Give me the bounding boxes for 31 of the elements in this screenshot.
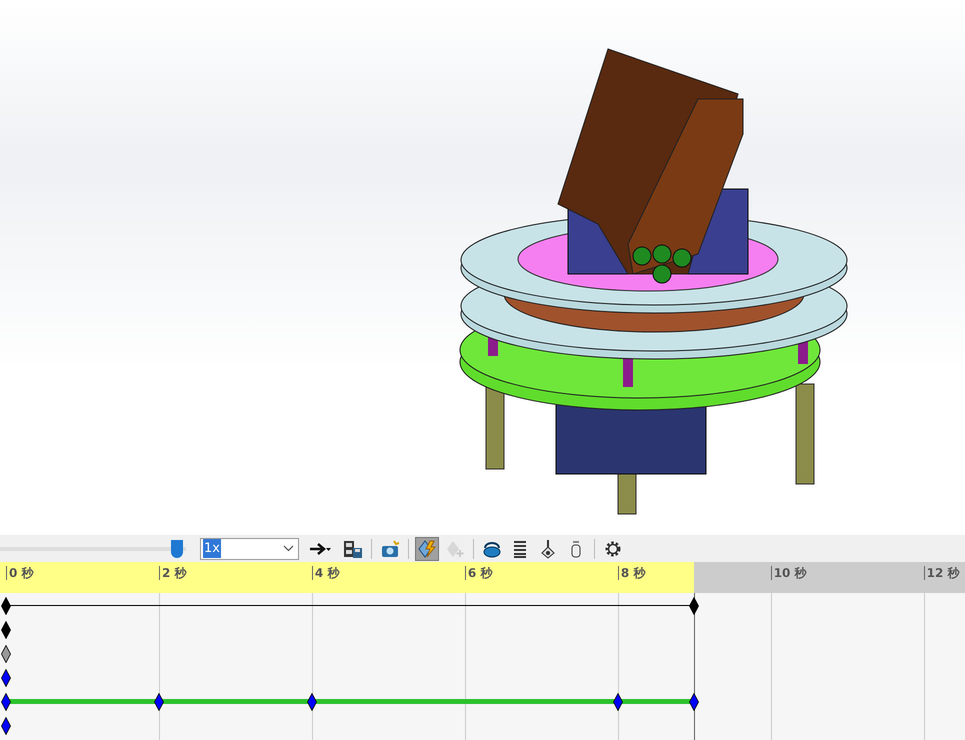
time-label: 2 秒 bbox=[158, 566, 186, 580]
gravity-icon bbox=[570, 538, 582, 558]
contact-icon bbox=[541, 538, 555, 558]
chevron-down-icon bbox=[283, 545, 294, 552]
arrow-right-icon bbox=[309, 542, 331, 556]
time-label: 4 秒 bbox=[312, 566, 340, 580]
time-label: 0 秒 bbox=[6, 566, 34, 580]
settings-icon bbox=[604, 540, 622, 558]
diamond-plus-icon bbox=[445, 538, 465, 558]
time-label: 8 秒 bbox=[618, 566, 646, 580]
spring-icon bbox=[512, 538, 528, 558]
speed-dropdown[interactable]: 1x bbox=[200, 538, 299, 560]
keyframe-marker[interactable] bbox=[612, 693, 623, 711]
lightning-diamond-button[interactable] bbox=[415, 536, 439, 560]
film-save-icon bbox=[343, 538, 363, 558]
keyframe-marker[interactable] bbox=[1, 693, 11, 711]
time-label: 6 秒 bbox=[464, 566, 492, 580]
camera-icon bbox=[380, 538, 400, 558]
keyframe-marker[interactable] bbox=[1, 669, 11, 687]
time-label: 12 秒 bbox=[924, 566, 960, 580]
keyframe-marker[interactable] bbox=[1, 597, 11, 615]
slider-thumb[interactable] bbox=[170, 540, 183, 558]
keyframe-marker[interactable] bbox=[1, 717, 11, 735]
keyframe-marker[interactable] bbox=[1, 645, 11, 663]
keyframe-marker[interactable] bbox=[306, 693, 317, 711]
lightning-diamond-icon bbox=[417, 538, 437, 558]
keyframe-marker[interactable] bbox=[689, 597, 700, 615]
time-label: 10 秒 bbox=[770, 566, 807, 580]
keyframe-marker[interactable] bbox=[154, 693, 164, 711]
keyframe-marker[interactable] bbox=[1, 621, 11, 639]
keyframe-marker[interactable] bbox=[689, 693, 700, 711]
